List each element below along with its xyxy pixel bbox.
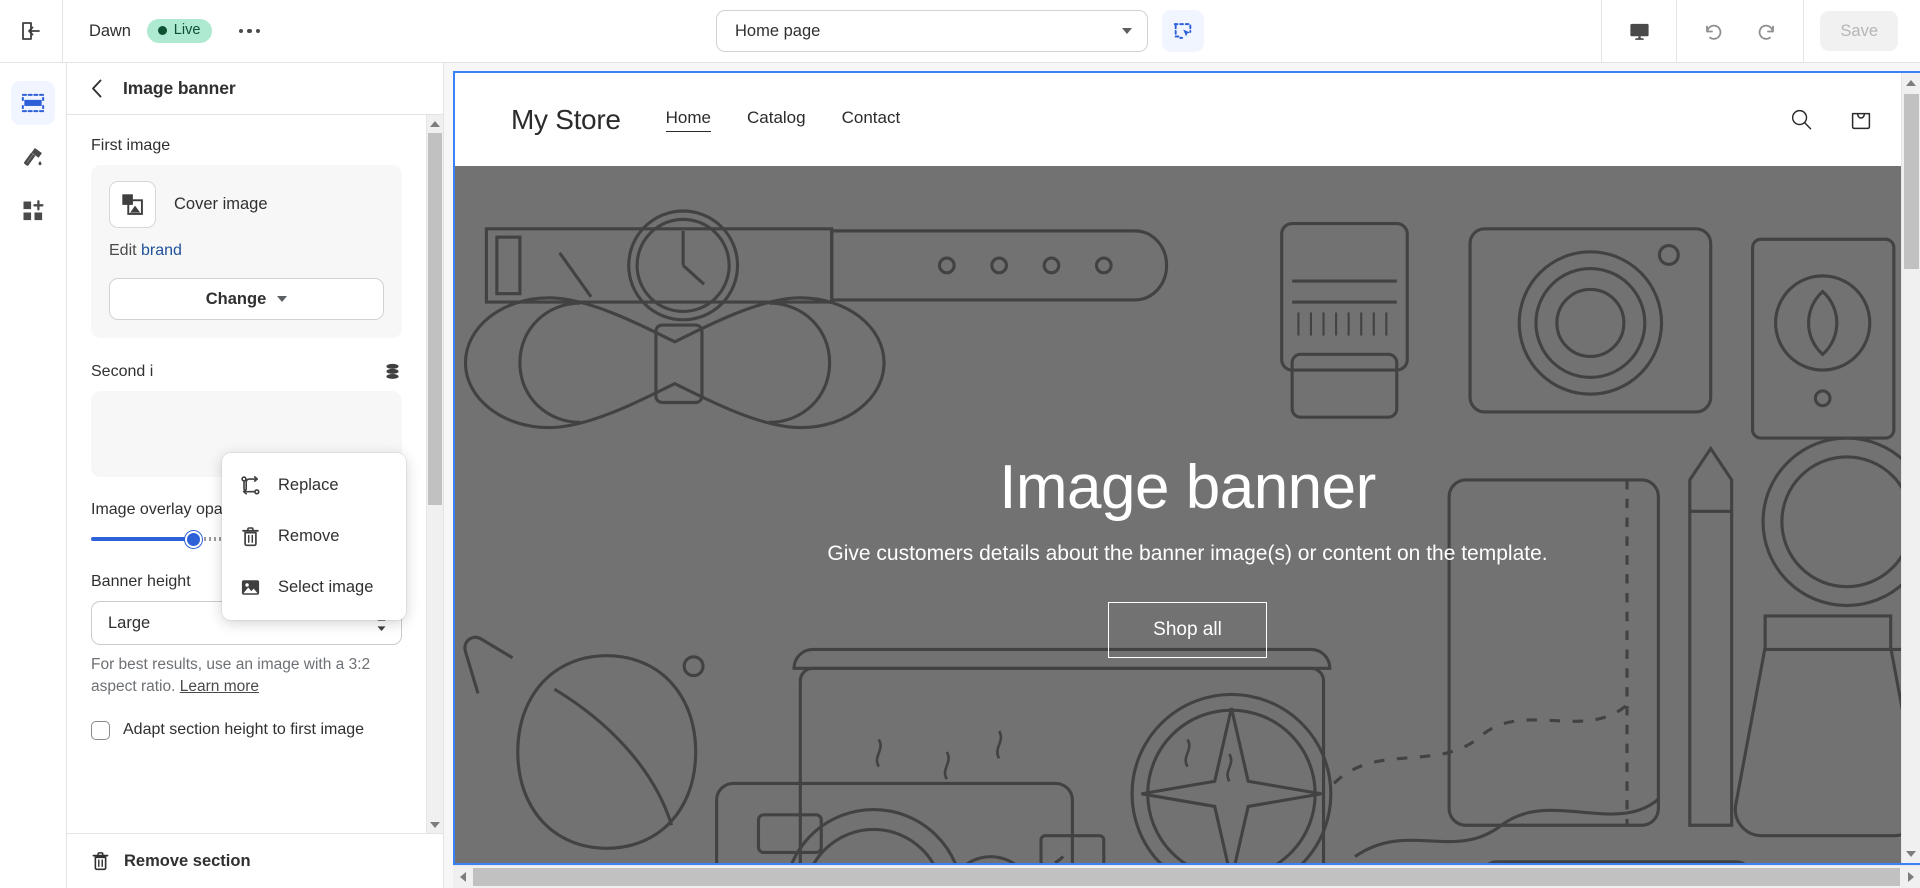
- shop-all-button[interactable]: Shop all: [1108, 602, 1267, 659]
- top-toolbar: Dawn Live Home page Save: [0, 0, 1920, 63]
- replace-icon: [240, 475, 261, 496]
- select-section-icon[interactable]: [1162, 10, 1204, 52]
- banner-subheading: Give customers details about the banner …: [827, 542, 1548, 566]
- dynamic-source-icon[interactable]: [383, 362, 402, 381]
- second-image-label: Second i: [91, 362, 154, 380]
- first-image-label: First image: [91, 137, 171, 154]
- scroll-down-icon[interactable]: [430, 816, 440, 833]
- sidebar-scrollbar-thumb[interactable]: [428, 133, 442, 505]
- change-image-label: Change: [205, 289, 267, 308]
- preview-vertical-scrollbar[interactable]: [1901, 73, 1920, 863]
- preview-area: My Store Home Catalog Contact Image bann…: [444, 63, 1920, 888]
- chevron-down-icon: [1122, 28, 1132, 34]
- edit-brand-row: Edit brand: [109, 242, 384, 260]
- theme-name: Dawn: [89, 21, 131, 40]
- undo-icon[interactable]: [1691, 11, 1737, 51]
- toolbar-divider: [62, 0, 63, 62]
- edit-brand-link[interactable]: brand: [141, 242, 182, 259]
- left-rail: [0, 63, 67, 888]
- exit-icon[interactable]: [0, 0, 62, 62]
- remove-section-button[interactable]: Remove section: [67, 833, 443, 888]
- menu-item-label: Remove: [278, 527, 340, 545]
- sidebar-header: Image banner: [67, 63, 443, 115]
- storefront-header: My Store Home Catalog Contact: [455, 73, 1920, 166]
- adapt-height-row[interactable]: Adapt section height to first image: [91, 720, 402, 740]
- scroll-up-icon[interactable]: [1906, 73, 1916, 92]
- banner-content: Image banner Give customers details abou…: [827, 452, 1548, 659]
- change-image-button[interactable]: Change: [109, 278, 384, 320]
- learn-more-link[interactable]: Learn more: [180, 678, 259, 695]
- menu-item-select-image[interactable]: Select image: [222, 562, 406, 613]
- menu-item-label: Replace: [278, 476, 339, 494]
- sidebar-item-sections[interactable]: [11, 81, 55, 125]
- search-icon[interactable]: [1789, 107, 1814, 132]
- first-image-card: Cover image Edit brand Change: [91, 165, 402, 338]
- page-title: Image banner: [123, 78, 236, 98]
- store-header-icons: [1789, 107, 1874, 133]
- banner-heading: Image banner: [999, 452, 1376, 522]
- page-selector[interactable]: Home page: [716, 10, 1148, 52]
- toolbar-right-group: Save: [1601, 0, 1920, 62]
- redo-icon[interactable]: [1743, 11, 1789, 51]
- edit-brand-prefix: Edit: [109, 242, 142, 259]
- editor-body: Image banner First image Cover image Edi…: [0, 63, 1920, 888]
- trash-icon: [240, 526, 261, 547]
- preview-hscrollbar-thumb[interactable]: [473, 868, 1900, 886]
- adapt-height-checkbox[interactable]: [91, 720, 110, 740]
- trash-icon: [91, 851, 110, 871]
- remove-section-label: Remove section: [124, 851, 251, 870]
- device-group: [1601, 0, 1676, 62]
- image-icon: [240, 577, 261, 598]
- status-badge: Live: [146, 19, 213, 43]
- nav-link-contact[interactable]: Contact: [842, 108, 901, 131]
- scroll-right-icon[interactable]: [1901, 866, 1920, 888]
- store-nav: Home Catalog Contact: [665, 108, 901, 132]
- scroll-down-icon[interactable]: [1906, 844, 1916, 863]
- first-image-row: Cover image: [109, 181, 384, 228]
- scroll-left-icon[interactable]: [453, 866, 472, 888]
- preview-frame: My Store Home Catalog Contact Image bann…: [453, 71, 1920, 865]
- first-image-name: Cover image: [174, 195, 268, 213]
- store-logo[interactable]: My Store: [511, 104, 621, 136]
- toolbar-center-group: Home page: [716, 10, 1204, 52]
- second-image-header: Second i: [91, 362, 402, 381]
- menu-item-label: Select image: [278, 578, 374, 596]
- save-button[interactable]: Save: [1820, 11, 1898, 51]
- toolbar-left-group: Dawn Live: [0, 0, 270, 62]
- slider-handle[interactable]: [185, 530, 203, 548]
- page-selector-value: Home page: [735, 21, 821, 40]
- scroll-up-icon[interactable]: [430, 115, 440, 132]
- change-image-dropdown-menu: Replace Remove Select image: [222, 453, 406, 620]
- sidebar-item-apps[interactable]: [11, 189, 55, 233]
- image-banner-section[interactable]: Image banner Give customers details abou…: [455, 166, 1920, 863]
- status-dot: [157, 26, 167, 35]
- history-group: [1676, 0, 1805, 62]
- banner-height-value: Large: [108, 613, 151, 632]
- desktop-preview-icon[interactable]: [1616, 11, 1662, 51]
- cover-image-icon[interactable]: [109, 181, 156, 228]
- nav-link-home[interactable]: Home: [665, 108, 711, 132]
- menu-item-replace[interactable]: Replace: [222, 460, 406, 511]
- status-badge-label: Live: [173, 22, 201, 39]
- banner-height-help: For best results, use an image with a 3:…: [91, 654, 402, 699]
- menu-item-remove[interactable]: Remove: [222, 511, 406, 562]
- sidebar-scrollbar[interactable]: [426, 115, 443, 833]
- shopping-bag-icon[interactable]: [1848, 107, 1874, 133]
- nav-link-catalog[interactable]: Catalog: [747, 108, 806, 131]
- sidebar-item-theme-settings[interactable]: [11, 135, 55, 179]
- more-options-icon[interactable]: [228, 12, 270, 50]
- settings-sidebar: Image banner First image Cover image Edi…: [67, 63, 444, 888]
- theme-editor-app: Dawn Live Home page Save Image banner Fi…: [0, 0, 1920, 888]
- chevron-down-icon: [277, 296, 288, 302]
- slider-filled-track: [91, 537, 194, 541]
- adapt-height-label: Adapt section height to first image: [123, 721, 365, 739]
- preview-scrollbar-thumb[interactable]: [1904, 94, 1919, 269]
- preview-horizontal-scrollbar[interactable]: [453, 865, 1920, 888]
- chevron-left-icon[interactable]: [87, 75, 107, 102]
